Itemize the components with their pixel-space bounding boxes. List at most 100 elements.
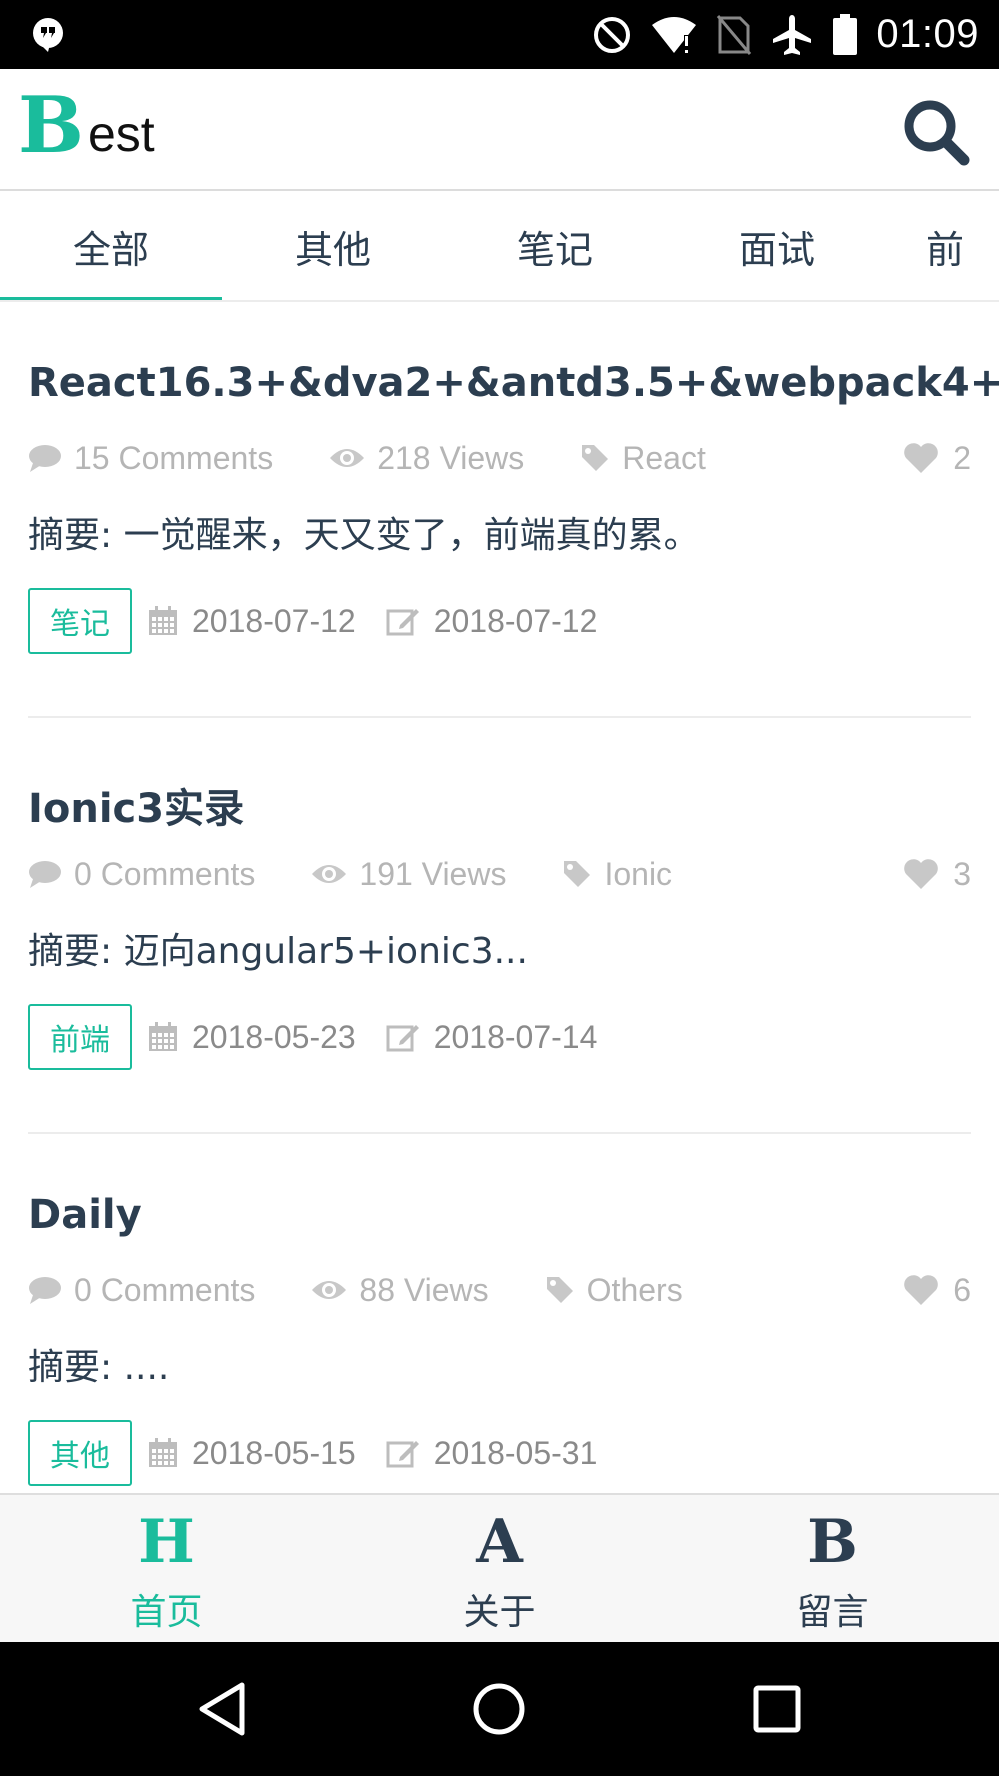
category-tabs: 全部 其他 笔记 面试 前 bbox=[0, 191, 999, 302]
eye-icon bbox=[330, 449, 365, 467]
created-text: 2018-07-12 bbox=[192, 602, 356, 639]
like-button[interactable]: 3 bbox=[903, 852, 971, 896]
article-meta: 0 Comments 88 Views Others 6 bbox=[28, 1268, 971, 1312]
home-icon[interactable] bbox=[469, 1679, 529, 1739]
category-badge[interactable]: 笔记 bbox=[28, 588, 132, 654]
divider bbox=[28, 1132, 971, 1134]
recents-icon[interactable] bbox=[747, 1679, 807, 1739]
nav-about-label: 关于 bbox=[463, 1592, 536, 1633]
edit-icon bbox=[386, 609, 419, 636]
hangouts-icon bbox=[33, 18, 63, 52]
do-not-disturb-icon bbox=[594, 16, 631, 53]
updated-text: 2018-07-12 bbox=[433, 602, 598, 639]
created-text: 2018-05-23 bbox=[192, 1018, 356, 1055]
views-text: 191 Views bbox=[359, 855, 507, 892]
edit-icon bbox=[386, 1025, 419, 1052]
views-count: 88 Views bbox=[311, 1272, 489, 1309]
views-count: 191 Views bbox=[311, 856, 506, 893]
article-card[interactable]: Daily 0 Comments 88 Views Others 6 摘要: .… bbox=[28, 1192, 971, 1492]
tab-notes[interactable]: 笔记 bbox=[444, 191, 666, 300]
likes-count: 3 bbox=[953, 855, 971, 892]
tag-text: Ionic bbox=[604, 855, 673, 892]
updated-date: 2018-05-31 bbox=[386, 1434, 598, 1472]
views-count: 218 Views bbox=[329, 440, 524, 477]
likes-count: 6 bbox=[953, 1271, 971, 1308]
divider bbox=[28, 716, 971, 718]
calendar-icon bbox=[149, 606, 177, 635]
chat-bubble-icon bbox=[29, 1277, 61, 1304]
tag-icon bbox=[546, 1277, 573, 1303]
created-text: 2018-05-15 bbox=[192, 1434, 356, 1471]
nav-home-icon: H bbox=[138, 1507, 195, 1577]
article-card[interactable]: Ionic3实录 0 Comments 191 Views Ionic 3 摘要… bbox=[28, 776, 971, 1076]
category-badge[interactable]: 前端 bbox=[28, 1004, 132, 1070]
tag-text: React bbox=[622, 439, 706, 476]
created-date: 2018-07-12 bbox=[148, 603, 356, 640]
nav-about-icon: A bbox=[476, 1507, 523, 1577]
article-summary: 摘要: 一觉醒来，天又变了，前端真的累。 bbox=[28, 515, 700, 556]
heart-icon bbox=[904, 859, 939, 889]
nav-guestbook-icon: B bbox=[807, 1507, 858, 1577]
tag-text: Others bbox=[586, 1271, 683, 1308]
calendar-icon bbox=[149, 1022, 177, 1051]
created-date: 2018-05-15 bbox=[148, 1435, 356, 1472]
article-card[interactable]: React16.3+&dva2+&antd3.5+&webpack4+ 15 C… bbox=[28, 360, 999, 660]
tab-all[interactable]: 全部 bbox=[0, 191, 222, 300]
nav-guestbook[interactable]: B 留言 bbox=[666, 1495, 999, 1644]
article-tag[interactable]: Others bbox=[545, 1272, 683, 1309]
created-date: 2018-05-23 bbox=[148, 1019, 356, 1056]
article-title[interactable]: React16.3+&dva2+&antd3.5+&webpack4+ bbox=[28, 360, 999, 406]
article-title[interactable]: Ionic3实录 bbox=[28, 776, 244, 834]
comments-count: 0 Comments bbox=[28, 856, 255, 893]
updated-text: 2018-05-31 bbox=[433, 1434, 598, 1471]
logo-text: est bbox=[87, 106, 155, 162]
updated-date: 2018-07-14 bbox=[386, 1018, 598, 1056]
comments-text: 0 Comments bbox=[74, 1271, 256, 1308]
like-button[interactable]: 2 bbox=[903, 436, 971, 480]
heart-icon bbox=[904, 443, 939, 473]
tab-frontend[interactable]: 前 bbox=[888, 191, 999, 300]
article-meta: 0 Comments 191 Views Ionic 3 bbox=[28, 852, 971, 896]
system-nav-bar bbox=[0, 1642, 999, 1776]
article-summary: 摘要: 迈向angular5+ionic3... bbox=[28, 931, 528, 972]
nav-guestbook-label: 留言 bbox=[796, 1592, 869, 1633]
updated-text: 2018-07-14 bbox=[433, 1018, 598, 1055]
tag-icon bbox=[582, 445, 609, 471]
article-footer: 前端 2018-05-23 2018-07-14 bbox=[28, 1004, 627, 1070]
comments-count: 0 Comments bbox=[28, 1272, 255, 1309]
chat-bubble-icon bbox=[29, 445, 61, 472]
article-meta: 15 Comments 218 Views React 2 bbox=[28, 436, 971, 480]
views-text: 218 Views bbox=[377, 439, 525, 476]
article-list: React16.3+&dva2+&antd3.5+&webpack4+ 15 C… bbox=[0, 302, 999, 1493]
tab-other[interactable]: 其他 bbox=[222, 191, 444, 300]
likes-count: 2 bbox=[953, 439, 971, 476]
app-header: B est bbox=[0, 69, 999, 191]
airplane-mode-icon bbox=[773, 14, 812, 55]
like-button[interactable]: 6 bbox=[903, 1268, 971, 1312]
tag-icon bbox=[564, 861, 591, 887]
search-icon[interactable] bbox=[901, 97, 971, 167]
article-tag[interactable]: React bbox=[580, 440, 706, 477]
category-badge[interactable]: 其他 bbox=[28, 1420, 132, 1486]
eye-icon bbox=[312, 865, 347, 883]
chat-bubble-icon bbox=[29, 861, 61, 888]
heart-icon bbox=[904, 1275, 939, 1305]
clock: 01:09 bbox=[876, 12, 979, 56]
tab-interview[interactable]: 面试 bbox=[666, 191, 888, 300]
bottom-nav: H 首页 A 关于 B 留言 bbox=[0, 1493, 999, 1642]
wifi-icon bbox=[652, 16, 697, 54]
article-footer: 笔记 2018-07-12 2018-07-12 bbox=[28, 588, 627, 654]
nav-home[interactable]: H 首页 bbox=[0, 1495, 333, 1644]
article-summary: 摘要: .... bbox=[28, 1347, 170, 1388]
nav-home-label: 首页 bbox=[130, 1592, 203, 1633]
article-tag[interactable]: Ionic bbox=[562, 856, 672, 893]
logo[interactable]: B est bbox=[18, 87, 155, 165]
no-sim-icon bbox=[717, 14, 752, 55]
eye-icon bbox=[312, 1281, 347, 1299]
comments-count: 15 Comments bbox=[28, 440, 273, 477]
battery-icon bbox=[833, 13, 858, 55]
back-icon[interactable] bbox=[192, 1679, 252, 1739]
nav-about[interactable]: A 关于 bbox=[333, 1495, 666, 1644]
article-title[interactable]: Daily bbox=[28, 1192, 142, 1238]
article-footer: 其他 2018-05-15 2018-05-31 bbox=[28, 1420, 627, 1486]
